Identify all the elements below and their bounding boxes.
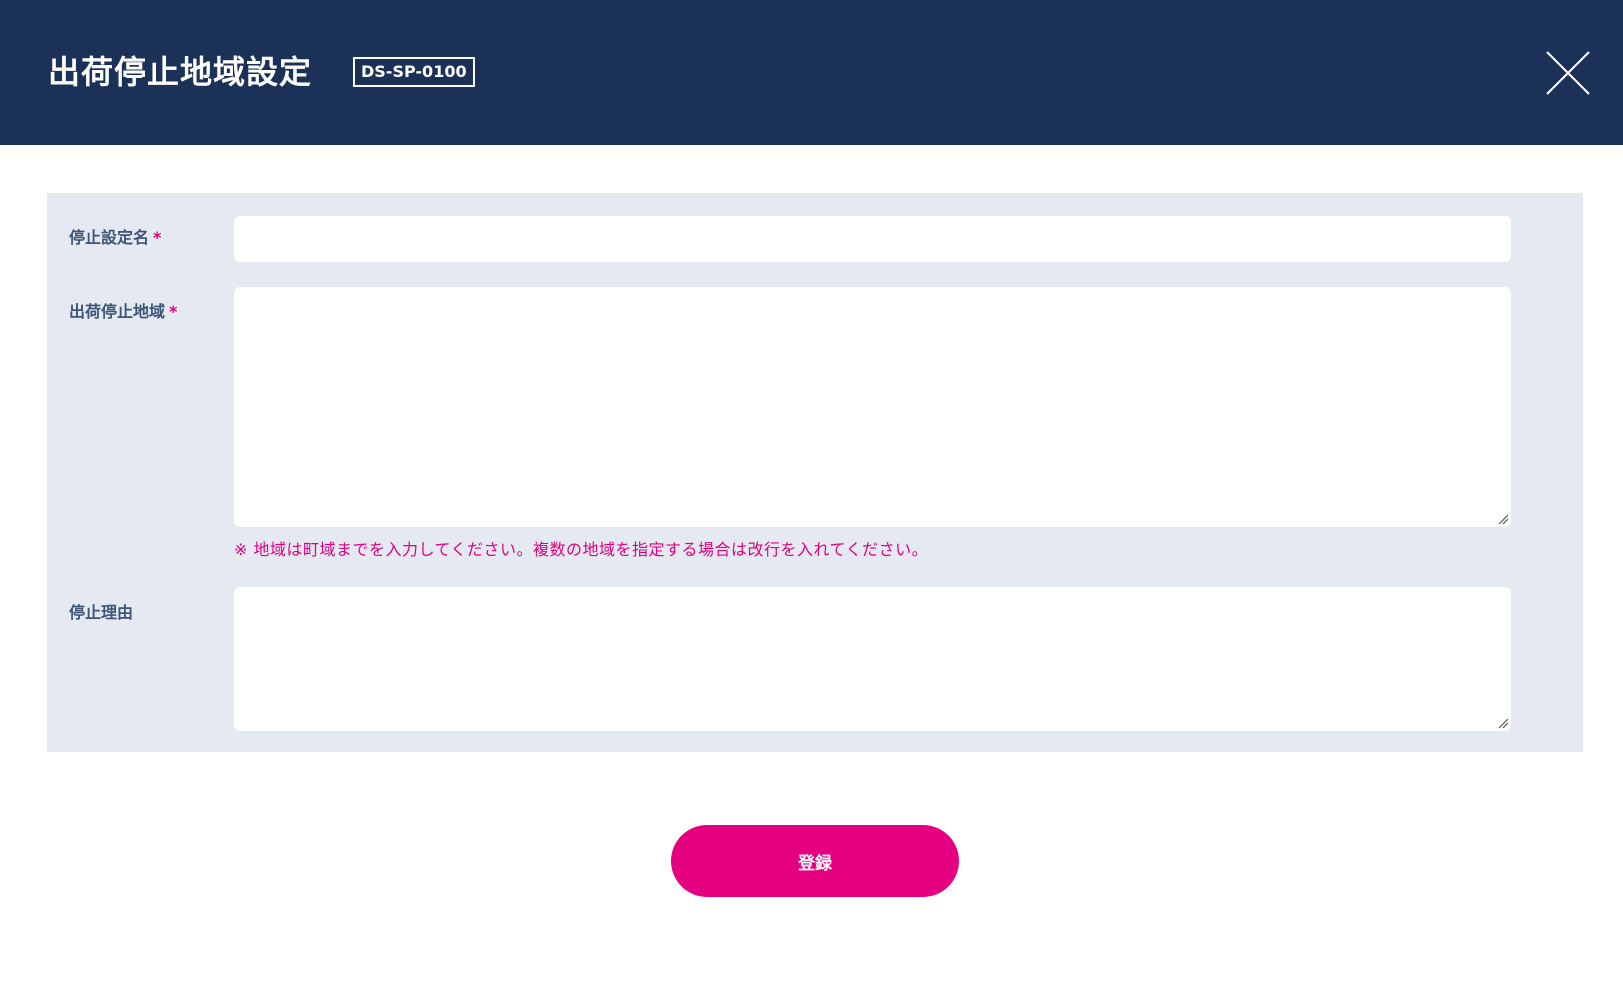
- stop-setting-name-input[interactable]: [234, 216, 1511, 262]
- close-button[interactable]: [1545, 50, 1591, 96]
- stop-reason-label: 停止理由: [69, 602, 133, 624]
- stop-setting-name-label-text: 停止設定名: [69, 228, 150, 247]
- stop-region-textarea[interactable]: [234, 287, 1511, 527]
- required-mark: *: [153, 228, 162, 247]
- register-button[interactable]: 登録: [671, 825, 959, 897]
- close-icon: [1546, 51, 1590, 95]
- stop-reason-label-text: 停止理由: [69, 603, 134, 622]
- screen-code-badge: DS-SP-0100: [353, 57, 475, 87]
- page-title: 出荷停止地域設定: [48, 53, 313, 91]
- dialog-header: 出荷停止地域設定 DS-SP-0100: [0, 0, 1623, 145]
- form-panel: 停止設定名 * 出荷停止地域 * ※ 地域は町域までを入力してください。複数の地域を…: [47, 193, 1583, 752]
- stop-region-hint: ※ 地域は町域までを入力してください。複数の地域を指定する場合は改行を入れてくだ…: [234, 540, 929, 559]
- stop-reason-textarea[interactable]: [234, 587, 1511, 731]
- resize-grip-icon[interactable]: [1497, 717, 1509, 729]
- stop-region-label-text: 出荷停止地域: [69, 302, 166, 321]
- required-mark: *: [169, 302, 178, 321]
- resize-grip-icon[interactable]: [1497, 513, 1509, 525]
- stop-region-label: 出荷停止地域 *: [69, 301, 177, 323]
- stop-setting-name-label: 停止設定名 *: [69, 227, 161, 249]
- modal-dialog: 出荷停止地域設定 DS-SP-0100 停止設定名 * 出荷停止地域 * ※ 地域は…: [0, 0, 1623, 993]
